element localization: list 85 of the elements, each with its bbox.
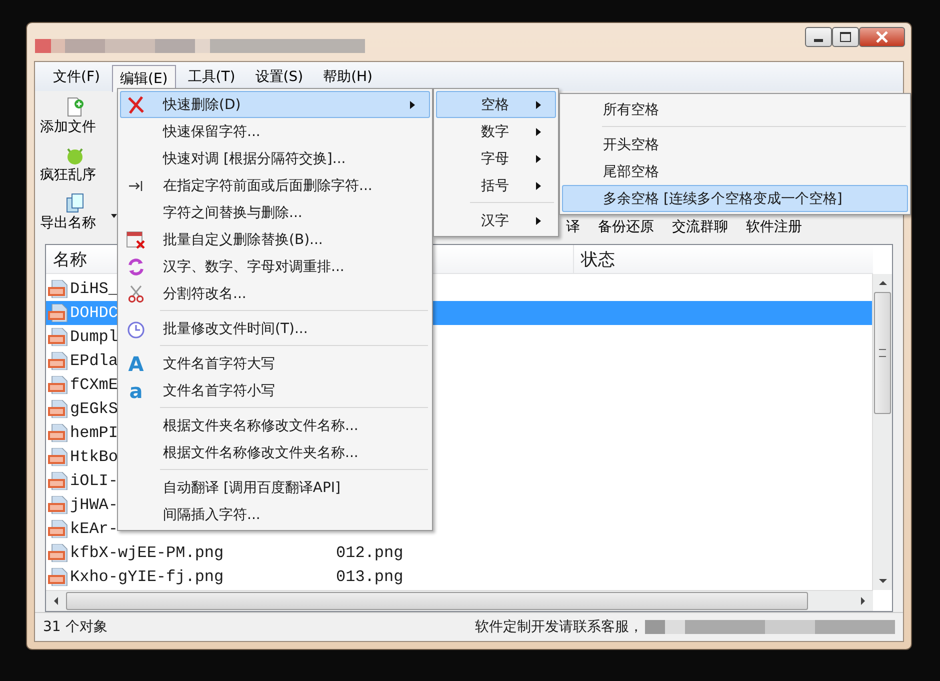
menu-entry[interactable]: 尾部空格 xyxy=(562,158,908,185)
toolbar-button[interactable]: 软件注册 xyxy=(743,216,805,238)
menu-entry[interactable]: 字符之间替换与删除... xyxy=(120,199,430,226)
submenu-arrow-icon xyxy=(536,182,541,190)
file-name[interactable]: iOLI- xyxy=(70,472,118,490)
file-name[interactable]: fCXmE xyxy=(70,376,118,394)
new-file-name: 013.png xyxy=(336,568,404,586)
letter-icon: A xyxy=(128,352,144,376)
delete-x-icon xyxy=(127,96,145,114)
submenu-arrow-icon xyxy=(536,100,541,108)
png-file-icon xyxy=(48,376,69,394)
png-file-icon xyxy=(48,568,69,586)
copy-documents-icon xyxy=(64,192,86,214)
file-name[interactable]: kEAr- xyxy=(70,520,118,538)
object-count: 31 个对象 xyxy=(43,618,108,636)
file-name[interactable]: Dumpl xyxy=(70,328,118,346)
toolbar-button[interactable]: 备份还原 xyxy=(595,216,657,238)
menu-item[interactable]: 工具(T) xyxy=(180,63,244,90)
menu-entry[interactable]: 所有空格 xyxy=(562,96,908,123)
calendar-x-icon xyxy=(126,230,146,248)
vertical-scrollbar[interactable] xyxy=(872,274,892,590)
png-file-icon xyxy=(48,304,69,322)
png-file-icon xyxy=(48,472,69,490)
menu-entry[interactable]: 汉字、数字、字母对调重排... xyxy=(120,253,430,280)
menu-item[interactable]: 编辑(E) xyxy=(112,64,176,92)
menu-entry[interactable]: 多余空格 [连续多个空格变成一个空格] xyxy=(562,185,908,212)
status-message: 软件定制开发请联系客服， xyxy=(475,618,643,636)
horizontal-scrollbar[interactable] xyxy=(46,590,873,611)
menu-entry[interactable]: 分割符改名... xyxy=(120,280,430,307)
menu-item[interactable]: 设置(S) xyxy=(247,63,312,90)
png-file-icon xyxy=(48,328,69,346)
png-file-icon xyxy=(48,400,69,418)
png-file-icon xyxy=(48,520,69,538)
minimize-button[interactable] xyxy=(805,27,832,47)
file-name[interactable]: gEGkS xyxy=(70,400,118,418)
menu-entry[interactable]: 批量自定义删除替换(B)... xyxy=(120,226,430,253)
png-file-icon xyxy=(48,544,69,562)
menu-entry[interactable]: 自动翻译 [调用百度翻译API] xyxy=(120,474,430,501)
menu-entry[interactable]: 快速对调 [根据分隔符交换]... xyxy=(120,145,430,172)
file-name[interactable]: Kxho-gYIE-fj.png xyxy=(70,568,224,586)
menu-entry[interactable]: 根据文件名称修改文件夹名称... xyxy=(120,439,430,466)
toolbar-button[interactable]: 译 xyxy=(563,216,583,238)
maximize-button[interactable] xyxy=(832,27,859,47)
toolbar-button[interactable]: 疯狂乱序 xyxy=(38,142,120,190)
menu-entry[interactable]: 字母 xyxy=(436,145,556,172)
png-file-icon xyxy=(48,424,69,442)
new-file-name: 012.png xyxy=(336,544,404,562)
submenu-arrow-icon xyxy=(410,100,415,108)
menu-entry[interactable]: 在指定字符前面或后面删除字符... xyxy=(120,172,430,199)
menu-entry[interactable]: 间隔插入字符... xyxy=(120,501,430,528)
menu-entry[interactable]: a 文件名首字符小写 xyxy=(120,377,430,404)
menu-entry[interactable]: 汉字 xyxy=(436,207,556,234)
toolbar-button[interactable]: 交流群聊 xyxy=(669,216,731,238)
submenu-arrow-icon xyxy=(536,128,541,136)
menu-entry[interactable]: 快速保留字符... xyxy=(120,118,430,145)
menu-item[interactable]: 文件(F) xyxy=(45,63,108,90)
menu-entry[interactable]: 括号 xyxy=(436,172,556,199)
png-file-icon xyxy=(48,280,69,298)
menu-entry[interactable]: 数字 xyxy=(436,118,556,145)
file-name[interactable]: kfbX-wjEE-PM.png xyxy=(70,544,224,562)
clock-icon xyxy=(126,318,146,338)
submenu-arrow-icon xyxy=(536,216,541,224)
menu-entry[interactable]: 快速删除(D) xyxy=(120,91,430,118)
close-button[interactable] xyxy=(859,27,905,47)
file-name[interactable]: DiHS_ xyxy=(70,280,118,298)
menu-item[interactable]: 帮助(H) xyxy=(315,63,381,90)
png-file-icon xyxy=(48,496,69,514)
menu-entry[interactable]: A 文件名首字符大写 xyxy=(120,350,430,377)
menu-entry[interactable]: 开头空格 xyxy=(562,131,908,158)
scissors-icon xyxy=(128,284,144,302)
file-name[interactable]: jHWA- xyxy=(70,496,118,514)
letter-icon: a xyxy=(129,378,143,402)
png-file-icon xyxy=(48,448,69,466)
menu-entry[interactable]: 空格 xyxy=(436,91,556,118)
menu-entry[interactable]: 批量修改文件时间(T)... xyxy=(120,315,430,342)
menu-entry[interactable]: 根据文件夹名称修改文件名称... xyxy=(120,412,430,439)
arrow-to-bar-icon xyxy=(129,180,143,190)
file-name[interactable]: EPdla xyxy=(70,352,118,370)
close-icon xyxy=(875,31,889,43)
submenu-arrow-icon xyxy=(536,154,541,162)
png-file-icon xyxy=(48,352,69,370)
column-header[interactable]: 状态 xyxy=(574,245,873,273)
file-name[interactable]: HtkBo xyxy=(70,448,118,466)
cycle-arrows-icon xyxy=(126,256,146,276)
file-name[interactable]: hemPI xyxy=(70,424,118,442)
